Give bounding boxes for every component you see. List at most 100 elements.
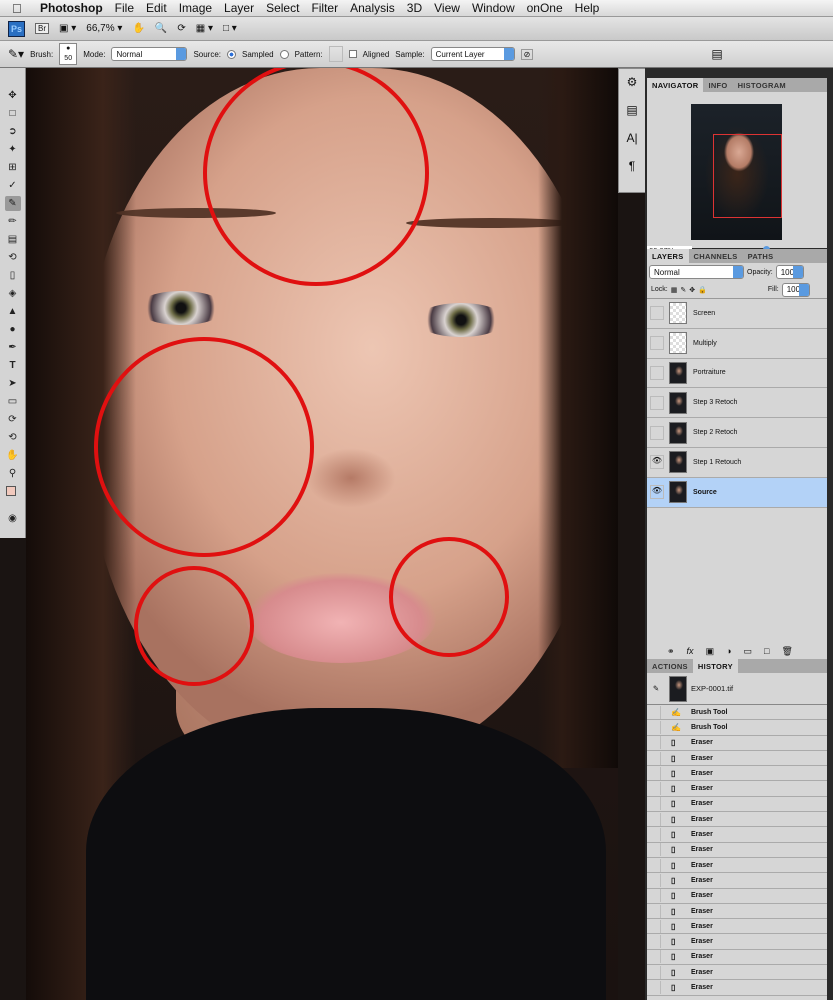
history-brush-source[interactable] — [647, 828, 661, 842]
eraser-tool-icon[interactable]: ▯ — [5, 268, 21, 283]
history-brush-source[interactable] — [647, 950, 661, 964]
magic-wand-tool-icon[interactable]: ✦ — [5, 142, 21, 157]
history-state[interactable]: ▯ Eraser — [647, 934, 827, 950]
hand-tool-icon[interactable]: ✋ — [5, 448, 21, 463]
tab-info[interactable]: INFO — [703, 78, 732, 92]
history-state[interactable]: ▯ Eraser — [647, 781, 827, 797]
menu-filter[interactable]: Filter — [311, 1, 338, 15]
history-state[interactable]: ▯ Eraser — [647, 919, 827, 935]
history-brush-source[interactable] — [647, 812, 661, 826]
layer-row[interactable]: Step 2 Retoch — [647, 418, 827, 448]
layer-row[interactable]: Step 3 Retoch — [647, 388, 827, 419]
tab-layers[interactable]: LAYERS — [647, 249, 689, 263]
history-brush-source[interactable] — [647, 965, 661, 979]
history-brush-source[interactable] — [647, 889, 661, 903]
menu-image[interactable]: Image — [179, 1, 212, 15]
history-brush-source[interactable] — [647, 935, 661, 949]
eye-icon[interactable]: 👁 — [650, 455, 664, 470]
layer-row[interactable]: Screen — [647, 299, 827, 329]
crop-tool-icon[interactable]: ⊞ — [5, 160, 21, 175]
tab-actions[interactable]: ACTIONS — [647, 659, 693, 673]
history-brush-source[interactable] — [647, 766, 661, 780]
3d-orbit-tool-icon[interactable]: ⟲ — [5, 430, 21, 445]
paragraph-icon[interactable]: ¶ — [619, 159, 645, 181]
pen-tool-icon[interactable]: ✒ — [5, 340, 21, 355]
menu-edit[interactable]: Edit — [146, 1, 167, 15]
history-state[interactable]: ▯ Eraser — [647, 766, 827, 782]
zoom-tool-icon[interactable]: 🔍 — [155, 23, 167, 34]
history-state[interactable]: ▯ Eraser — [647, 736, 827, 751]
navigator-view-box[interactable] — [713, 134, 782, 218]
tool-presets-icon[interactable]: ⚙ — [619, 75, 645, 97]
history-state[interactable]: ▯ Eraser — [647, 950, 827, 966]
hand-tool-icon[interactable]: ✋ — [132, 23, 144, 34]
apple-icon[interactable]:  — [12, 1, 26, 16]
adjustment-layer-icon[interactable]: ◑ — [726, 646, 731, 657]
character-icon[interactable]: A| — [619, 131, 645, 153]
tab-history[interactable]: HISTORY — [692, 659, 738, 673]
menu-window[interactable]: Window — [472, 1, 515, 15]
lasso-tool-icon[interactable]: ➲ — [5, 124, 21, 139]
menu-select[interactable]: Select — [266, 1, 299, 15]
history-brush-source[interactable] — [647, 919, 661, 933]
history-brush-source[interactable] — [647, 720, 661, 734]
opacity-field[interactable]: 100% — [775, 265, 804, 279]
history-brush-source[interactable] — [647, 843, 661, 857]
menu-app[interactable]: Photoshop — [40, 1, 103, 15]
fill-field[interactable]: 100% — [781, 282, 810, 297]
history-brush-tool-icon[interactable]: ⟲ — [5, 250, 21, 265]
shape-tool-icon[interactable]: ▭ — [5, 394, 21, 409]
brush-tool-icon[interactable]: ✏ — [5, 214, 21, 229]
bridge-button[interactable]: Br — [35, 23, 50, 34]
visibility-toggle[interactable] — [650, 395, 664, 410]
aligned-checkbox[interactable] — [348, 50, 357, 58]
screen-mode-icon[interactable]: ▣ ▾ — [59, 23, 76, 34]
screen-mode-dropdown-icon[interactable]: □ ▾ — [223, 23, 237, 34]
lock-pixels-icon[interactable]: ✎ — [680, 286, 686, 294]
history-state[interactable]: ▯ Eraser — [647, 843, 827, 858]
lock-all-icon[interactable]: 🔒 — [698, 286, 707, 294]
new-layer-icon[interactable]: □ — [764, 646, 769, 657]
history-brush-source[interactable] — [647, 797, 661, 811]
pattern-picker[interactable] — [328, 46, 343, 62]
history-state[interactable]: ▯ Eraser — [647, 751, 827, 767]
sampled-radio[interactable] — [227, 49, 237, 59]
menu-layer[interactable]: Layer — [224, 1, 254, 15]
brush-picker[interactable]: ● 50 — [59, 43, 78, 65]
blur-tool-icon[interactable]: ▲ — [5, 304, 21, 319]
history-state[interactable]: ▯ Eraser — [647, 980, 827, 996]
visibility-toggle[interactable] — [650, 336, 664, 351]
menu-help[interactable]: Help — [575, 1, 600, 15]
zoom-level-dropdown[interactable]: 66,7% ▾ — [86, 23, 122, 34]
mode-select[interactable]: Normal — [111, 47, 188, 61]
history-brush-source[interactable] — [647, 751, 661, 765]
trash-icon[interactable]: 🗑 — [781, 646, 792, 657]
history-state[interactable]: ✍ Brush Tool — [647, 720, 827, 736]
eyedropper-tool-icon[interactable]: ✓ — [5, 178, 21, 193]
history-brush-source[interactable] — [647, 873, 661, 887]
workspace-icon[interactable]: ▤ — [711, 47, 722, 61]
tab-paths[interactable]: PATHS — [743, 249, 779, 263]
history-brush-source[interactable] — [647, 904, 661, 918]
history-state[interactable]: ▯ Eraser — [647, 827, 827, 843]
type-tool-icon[interactable]: T — [5, 358, 21, 373]
dodge-tool-icon[interactable]: ● — [5, 322, 21, 337]
tab-histogram[interactable]: HISTOGRAM — [733, 78, 791, 92]
menu-file[interactable]: File — [115, 1, 134, 15]
layer-row[interactable]: 👁 Step 1 Retouch — [647, 448, 827, 478]
marquee-tool-icon[interactable]: □ — [5, 106, 21, 121]
history-state[interactable]: ▯ Eraser — [647, 965, 827, 981]
history-brush-source[interactable] — [647, 782, 661, 796]
menu-onone[interactable]: onOne — [527, 1, 563, 15]
menu-view[interactable]: View — [434, 1, 460, 15]
tab-channels[interactable]: CHANNELS — [689, 249, 743, 263]
layer-row-selected[interactable]: 👁 Source — [647, 477, 827, 508]
history-brush-source[interactable] — [647, 736, 661, 750]
healing-brush-tool-icon[interactable]: ✎ — [4, 196, 21, 211]
history-state[interactable]: ✍ Brush Tool — [647, 705, 827, 721]
path-selection-tool-icon[interactable]: ➤ — [5, 376, 21, 391]
visibility-toggle[interactable] — [650, 365, 664, 380]
menu-3d[interactable]: 3D — [407, 1, 422, 15]
history-brush-source[interactable] — [647, 980, 661, 994]
rotate-view-icon[interactable]: ⟳ — [177, 23, 185, 34]
